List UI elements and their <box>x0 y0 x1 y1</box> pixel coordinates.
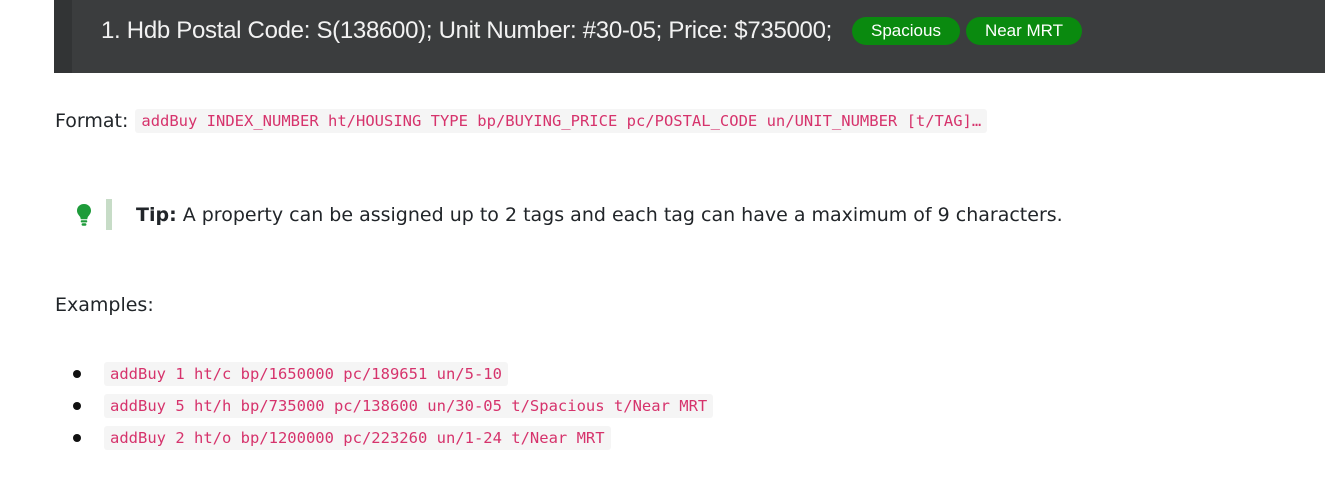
examples-label: Examples: <box>55 294 154 316</box>
preview-bar-accent <box>54 0 72 73</box>
bullet-icon <box>73 370 81 378</box>
tip-body: A property can be assigned up to 2 tags … <box>176 203 1063 226</box>
format-command: addBuy INDEX_NUMBER ht/HOUSING TYPE bp/B… <box>135 109 988 133</box>
bullet-icon <box>73 402 81 410</box>
examples-list: addBuy 1 ht/c bp/1650000 pc/189651 un/5-… <box>73 358 714 454</box>
lightbulb-icon <box>74 201 94 229</box>
listing-details: 1. Hdb Postal Code: S(138600); Unit Numb… <box>101 17 833 44</box>
example-command: addBuy 2 ht/o bp/1200000 pc/223260 un/1-… <box>104 426 611 450</box>
tag-spacious: Spacious <box>852 17 960 45</box>
tip-label: Tip: <box>136 203 177 226</box>
tag-near-mrt: Near MRT <box>965 17 1083 45</box>
list-item: addBuy 2 ht/o bp/1200000 pc/223260 un/1-… <box>73 422 713 454</box>
list-item: addBuy 1 ht/c bp/1650000 pc/189651 un/5-… <box>73 358 713 390</box>
tag-list: Spacious Near MRT <box>852 17 1088 45</box>
listing-row: 1. Hdb Postal Code: S(138600); Unit Numb… <box>101 14 1088 48</box>
list-item: addBuy 5 ht/h bp/735000 pc/138600 un/30-… <box>73 390 714 422</box>
format-label: Format: <box>55 110 129 132</box>
tip-border <box>106 199 112 230</box>
bullet-icon <box>73 434 81 442</box>
tip-text: Tip: A property can be assigned up to 2 … <box>136 204 1063 226</box>
tip-callout: Tip: A property can be assigned up to 2 … <box>74 199 1063 230</box>
format-line: Format: addBuy INDEX_NUMBER ht/HOUSING T… <box>55 109 988 133</box>
example-command: addBuy 5 ht/h bp/735000 pc/138600 un/30-… <box>104 394 714 418</box>
example-command: addBuy 1 ht/c bp/1650000 pc/189651 un/5-… <box>104 362 508 386</box>
listing-preview-bar: 1. Hdb Postal Code: S(138600); Unit Numb… <box>54 0 1325 73</box>
